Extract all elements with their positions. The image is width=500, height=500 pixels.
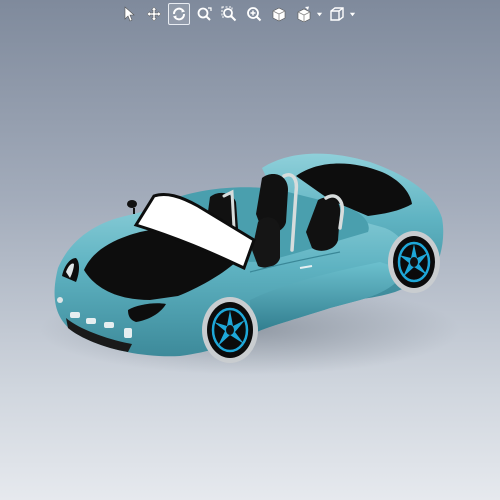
zoom-fit-icon	[197, 7, 212, 21]
car-model[interactable]	[0, 0, 500, 500]
rotate-icon	[173, 7, 185, 21]
zoom-in-out-icon	[247, 7, 262, 22]
chevron-down-icon	[316, 12, 322, 16]
display-style-dropdown[interactable]	[315, 3, 323, 25]
view-orientation-icon	[330, 7, 344, 21]
pan-move-icon	[146, 6, 162, 22]
zoom-in-out-button[interactable]	[243, 3, 265, 25]
display-style-button[interactable]	[293, 3, 315, 25]
shaded-view-button[interactable]	[268, 3, 290, 25]
rotate-tool-button[interactable]	[168, 3, 190, 25]
select-arrow-icon	[124, 6, 135, 22]
fog-light	[57, 297, 63, 303]
rear-wheel	[388, 231, 440, 293]
view-orientation-button[interactable]	[326, 3, 348, 25]
side-mirror	[127, 200, 137, 214]
view-toolbar	[118, 2, 356, 26]
3d-viewport[interactable]	[0, 0, 500, 500]
shaded-view-icon	[272, 7, 286, 22]
display-style-icon	[297, 6, 311, 22]
view-orientation-dropdown[interactable]	[348, 3, 356, 25]
zoom-area-button[interactable]	[218, 3, 240, 25]
pan-tool-button[interactable]	[143, 3, 165, 25]
zoom-fit-button[interactable]	[193, 3, 215, 25]
select-tool-button[interactable]	[118, 3, 140, 25]
chevron-down-icon	[349, 12, 355, 16]
front-wheel	[202, 297, 258, 363]
zoom-area-icon	[221, 6, 237, 22]
